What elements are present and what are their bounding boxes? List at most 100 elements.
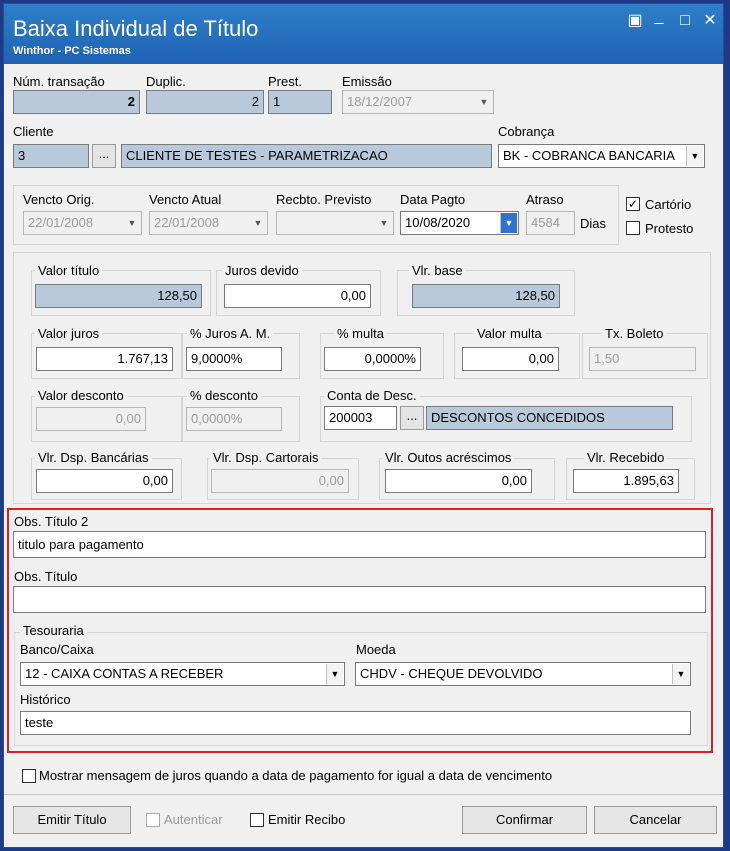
emissao-label: Emissão xyxy=(342,74,392,89)
obs-titulo-label: Obs. Título xyxy=(14,569,78,584)
pct-juros-label: % Juros A. M. xyxy=(187,326,274,341)
prest-field[interactable]: 1 xyxy=(268,90,332,114)
pct-desconto-field: 0,0000% xyxy=(186,407,282,431)
vencto-orig-value: 22/01/2008 xyxy=(28,215,94,230)
cliente-label: Cliente xyxy=(13,124,54,139)
vlr-dsp-cartorais-label: Vlr. Dsp. Cartorais xyxy=(210,450,322,465)
emitir-recibo-label: Emitir Recibo xyxy=(268,812,346,827)
vencto-atual-value: 22/01/2008 xyxy=(154,215,220,230)
chevron-down-icon[interactable]: ▼ xyxy=(672,664,689,684)
num-transacao-label: Núm. transação xyxy=(13,74,105,89)
valor-multa-field[interactable]: 0,00 xyxy=(462,347,559,371)
cobranca-select[interactable]: BK - COBRANCA BANCARIA ▼ xyxy=(498,144,705,168)
historico-field[interactable]: teste xyxy=(20,711,691,735)
tx-boleto-field: 1,50 xyxy=(589,347,696,371)
valor-titulo-field: 128,50 xyxy=(35,284,202,308)
banco-caixa-label: Banco/Caixa xyxy=(20,642,94,657)
pct-desconto-label: % desconto xyxy=(187,388,261,403)
num-transacao-field[interactable]: 2 xyxy=(13,90,140,114)
cartorio-label: Cartório xyxy=(645,197,692,212)
conta-desc-lookup-button[interactable]: ... xyxy=(400,406,424,430)
atraso-label: Atraso xyxy=(526,192,564,207)
vlr-outros-field[interactable]: 0,00 xyxy=(385,469,532,493)
chevron-down-icon: ▼ xyxy=(479,97,489,107)
valor-titulo-label: Valor título xyxy=(35,263,103,278)
vencto-orig-field: 22/01/2008 ▼ xyxy=(23,211,142,235)
atraso-field: 4584 xyxy=(526,211,575,235)
cartorio-checkbox[interactable]: ✓ xyxy=(626,197,640,211)
chevron-down-icon: ▼ xyxy=(253,218,263,228)
duplic-label: Duplic. xyxy=(146,74,186,89)
cobranca-value: BK - COBRANCA BANCARIA xyxy=(503,148,675,163)
footer-divider xyxy=(4,794,723,795)
vencto-atual-field: 22/01/2008 ▼ xyxy=(149,211,268,235)
juros-devido-label: Juros devido xyxy=(222,263,302,278)
conta-desc-name-field: DESCONTOS CONCEDIDOS xyxy=(426,406,673,430)
obs-titulo-field[interactable] xyxy=(13,586,706,613)
data-pagto-field[interactable]: 10/08/2020 ▼ xyxy=(400,211,519,235)
historico-label: Histórico xyxy=(20,692,71,707)
emitir-titulo-button[interactable]: Emitir Título xyxy=(13,806,131,834)
chevron-down-icon[interactable]: ▼ xyxy=(500,213,517,233)
tesouraria-label: Tesouraria xyxy=(20,623,87,638)
close-icon[interactable]: ✕ xyxy=(701,12,719,30)
recbto-previsto-label: Recbto. Previsto xyxy=(276,192,372,207)
emissao-value: 18/12/2007 xyxy=(347,94,413,109)
vlr-dsp-cartorais-field: 0,00 xyxy=(211,469,349,493)
chevron-down-icon: ▼ xyxy=(379,218,389,228)
moeda-select[interactable]: CHDV - CHEQUE DEVOLVIDO ▼ xyxy=(355,662,691,686)
vlr-dsp-bancarias-label: Vlr. Dsp. Bancárias xyxy=(35,450,152,465)
banco-caixa-value: 12 - CAIXA CONTAS A RECEBER xyxy=(25,666,224,681)
protesto-checkbox[interactable] xyxy=(626,221,640,235)
cliente-lookup-button[interactable]: ... xyxy=(92,144,116,168)
valor-multa-label: Valor multa xyxy=(474,326,545,341)
cancelar-button[interactable]: Cancelar xyxy=(594,806,717,834)
confirmar-button[interactable]: Confirmar xyxy=(462,806,587,834)
autenticar-checkbox xyxy=(146,813,160,827)
conta-desc-label: Conta de Desc. xyxy=(324,388,420,403)
mostrar-msg-checkbox[interactable] xyxy=(22,769,36,783)
recbto-previsto-field: ▼ xyxy=(276,211,394,235)
restore-icon[interactable]: ▣ xyxy=(626,12,644,30)
cobranca-label-text: Cobrança xyxy=(498,124,555,139)
autenticar-label: Autenticar xyxy=(164,812,223,827)
prest-label: Prest. xyxy=(268,74,302,89)
pct-multa-field[interactable]: 0,0000% xyxy=(324,347,421,371)
minimize-icon[interactable]: _ xyxy=(650,8,668,26)
valor-desconto-field: 0,00 xyxy=(36,407,146,431)
pct-multa-label: % multa xyxy=(334,326,387,341)
duplic-field[interactable]: 2 xyxy=(146,90,264,114)
cliente-code-field[interactable]: 3 xyxy=(13,144,89,168)
protesto-label: Protesto xyxy=(645,221,694,236)
pct-juros-field[interactable]: 9,0000% xyxy=(186,347,282,371)
valor-desconto-label: Valor desconto xyxy=(35,388,127,403)
obs-titulo2-label: Obs. Título 2 xyxy=(14,514,89,529)
emitir-recibo-checkbox[interactable] xyxy=(250,813,264,827)
dias-label: Dias xyxy=(580,216,607,231)
data-pagto-label: Data Pagto xyxy=(400,192,466,207)
vlr-dsp-bancarias-field[interactable]: 0,00 xyxy=(36,469,173,493)
vlr-base-label: Vlr. base xyxy=(409,263,466,278)
juros-devido-field[interactable]: 0,00 xyxy=(224,284,371,308)
chevron-down-icon: ▼ xyxy=(127,218,137,228)
valor-juros-label: Valor juros xyxy=(35,326,103,341)
vlr-recebido-field[interactable]: 1.895,63 xyxy=(573,469,679,493)
mostrar-msg-label: Mostrar mensagem de juros quando a data … xyxy=(39,768,553,783)
conta-desc-code-field[interactable]: 200003 xyxy=(324,406,397,430)
valor-juros-field[interactable]: 1.767,13 xyxy=(36,347,173,371)
vencto-atual-label: Vencto Atual xyxy=(149,192,222,207)
window-subtitle: Winthor - PC Sistemas xyxy=(13,45,131,57)
banco-caixa-select[interactable]: 12 - CAIXA CONTAS A RECEBER ▼ xyxy=(20,662,345,686)
data-pagto-value: 10/08/2020 xyxy=(405,215,471,230)
vlr-outros-label: Vlr. Outos acréscimos xyxy=(382,450,515,465)
vencto-orig-label: Vencto Orig. xyxy=(23,192,95,207)
maximize-icon[interactable]: □ xyxy=(676,12,694,30)
obs-titulo2-field[interactable]: titulo para pagamento xyxy=(13,531,706,558)
title-bar: Baixa Individual de Título Winthor - PC … xyxy=(4,4,723,64)
chevron-down-icon[interactable]: ▼ xyxy=(686,146,703,166)
moeda-label: Moeda xyxy=(356,642,396,657)
tx-boleto-label: Tx. Boleto xyxy=(602,326,667,341)
moeda-value: CHDV - CHEQUE DEVOLVIDO xyxy=(360,666,543,681)
chevron-down-icon[interactable]: ▼ xyxy=(326,664,343,684)
vlr-recebido-label: Vlr. Recebido xyxy=(584,450,668,465)
